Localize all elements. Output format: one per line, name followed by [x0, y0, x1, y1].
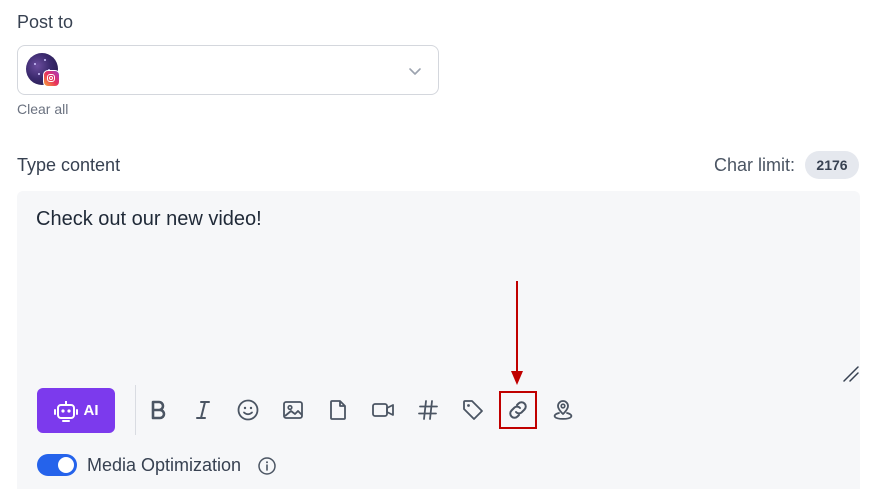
location-icon	[553, 400, 573, 420]
tag-icon	[463, 400, 483, 420]
video-icon	[372, 403, 394, 417]
resize-handle-icon[interactable]	[842, 365, 860, 383]
link-highlight-box	[499, 391, 537, 429]
annotation-arrow-icon	[511, 281, 523, 385]
hashtag-button[interactable]	[414, 396, 442, 424]
media-optimization-toggle[interactable]	[37, 454, 77, 476]
info-icon[interactable]	[257, 456, 277, 476]
char-limit-badge: 2176	[805, 151, 859, 179]
post-to-label: Post to	[17, 12, 74, 32]
emoji-icon	[237, 399, 259, 421]
location-button[interactable]	[549, 396, 577, 424]
file-button[interactable]	[324, 396, 352, 424]
file-icon	[330, 400, 346, 420]
editor-text[interactable]: Check out our new video!	[36, 208, 262, 231]
image-icon	[283, 401, 303, 419]
clear-all-link[interactable]: Clear all	[17, 101, 68, 117]
image-button[interactable]	[279, 396, 307, 424]
instagram-icon	[43, 70, 60, 87]
chevron-down-icon[interactable]	[408, 64, 422, 78]
bold-button[interactable]	[144, 396, 172, 424]
tag-button[interactable]	[459, 396, 487, 424]
ai-button[interactable]: AI	[37, 388, 115, 433]
italic-button[interactable]	[189, 396, 217, 424]
type-content-label: Type content	[17, 155, 121, 175]
hashtag-icon	[418, 400, 438, 420]
char-limit-label: Char limit:	[713, 155, 795, 175]
emoji-button[interactable]	[234, 396, 262, 424]
robot-icon	[53, 400, 78, 422]
italic-icon	[196, 401, 210, 419]
toolbar-divider	[135, 385, 136, 435]
bold-icon	[151, 400, 166, 420]
content-editor[interactable]: Check out our new video! AI Media Optimi…	[17, 191, 860, 489]
video-button[interactable]	[369, 396, 397, 424]
media-optimization-label: Media Optimization	[87, 455, 242, 475]
account-select[interactable]	[17, 45, 439, 95]
ai-button-label: AI	[83, 402, 99, 419]
